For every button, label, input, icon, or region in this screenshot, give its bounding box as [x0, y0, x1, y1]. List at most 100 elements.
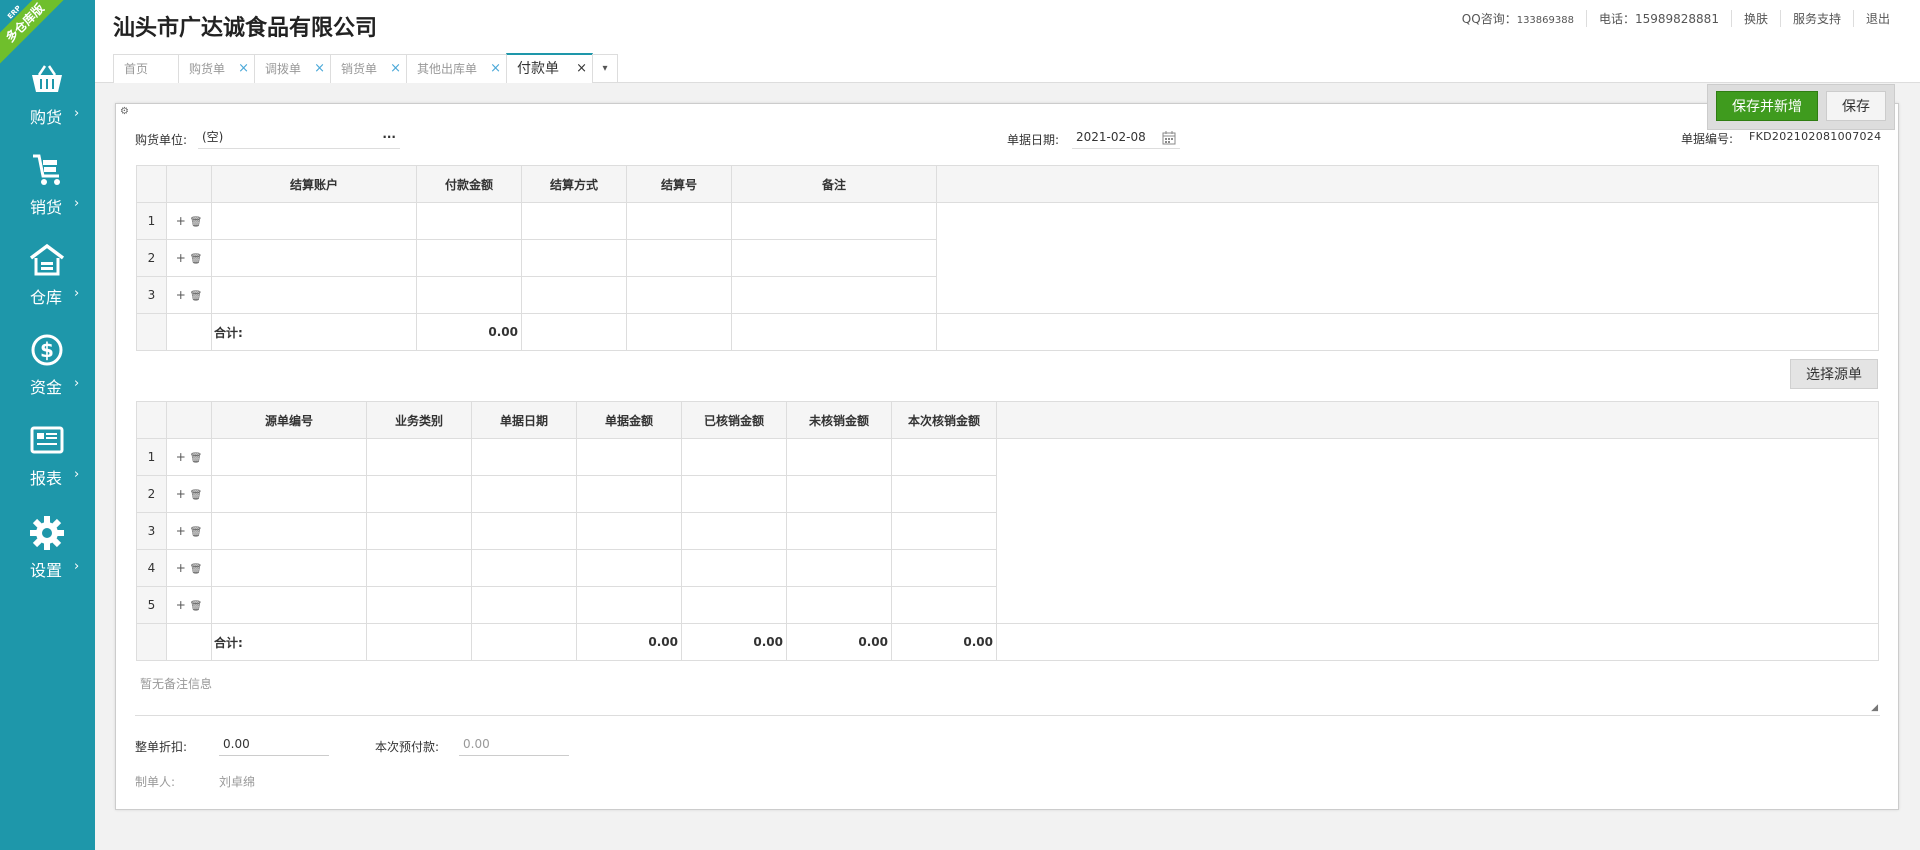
- total-unverified-amount: 0.00: [786, 623, 892, 661]
- grid-header-row: 结算账户 付款金额 结算方式 结算号 备注: [136, 165, 1879, 203]
- select-source-button[interactable]: 选择源单: [1790, 359, 1878, 389]
- add-row-icon[interactable]: +: [176, 251, 186, 265]
- delete-row-icon[interactable]: 🗑: [190, 453, 203, 464]
- cart-icon: [33, 154, 60, 185]
- sidebar-item-purchase[interactable]: 购货 ›: [0, 62, 95, 142]
- date-field[interactable]: 2021-02-08: [1072, 127, 1180, 149]
- tab-transfer-order[interactable]: 调拨单 ×: [254, 54, 331, 83]
- table-row[interactable]: 1 + 🗑: [136, 202, 1879, 314]
- tab-label: 首页: [124, 62, 149, 76]
- sidebar-item-warehouse[interactable]: 仓库 ›: [0, 242, 95, 322]
- delete-row-icon[interactable]: 🗑: [190, 601, 203, 612]
- add-row-icon[interactable]: +: [176, 450, 186, 464]
- sidebar-item-sales[interactable]: 销货 ›: [0, 152, 95, 232]
- sidebar-item-label: 资金: [30, 378, 63, 397]
- remark-textarea[interactable]: 暂无备注信息 ◢: [135, 667, 1880, 716]
- row-number: 1: [136, 438, 167, 476]
- add-row-icon[interactable]: +: [176, 487, 186, 501]
- basket-icon: [32, 65, 62, 92]
- tab-label: 其他出库单: [417, 62, 478, 76]
- qq-number: 133869388: [1516, 15, 1574, 26]
- maker-label: 制单人:: [135, 775, 176, 789]
- row-number: 5: [136, 586, 167, 624]
- more-icon[interactable]: ···: [382, 127, 396, 147]
- sidebar-item-label: 仓库: [30, 288, 63, 307]
- calendar-icon[interactable]: [1162, 131, 1176, 145]
- sidebar-item-funds[interactable]: $ 资金 ›: [0, 332, 95, 412]
- col-account: 结算账户: [211, 165, 417, 203]
- save-button[interactable]: 保存: [1826, 91, 1886, 121]
- tab-purchase-order[interactable]: 购货单 ×: [178, 54, 255, 83]
- supplier-value: (空): [202, 130, 224, 144]
- logout-link[interactable]: 退出: [1852, 10, 1902, 27]
- col-source-no: 源单编号: [211, 401, 367, 439]
- total-row: 合计: 0.00: [136, 313, 1879, 351]
- tab-sales-order[interactable]: 销货单 ×: [330, 54, 407, 83]
- tab-other-outbound[interactable]: 其他出库单 ×: [406, 54, 507, 83]
- settings-gear-icon[interactable]: ⚙: [120, 106, 129, 117]
- supplier-field[interactable]: (空) ···: [198, 127, 400, 149]
- order-no-label: 单据编号:: [1681, 132, 1734, 146]
- qq-label: QQ咨询：: [1461, 12, 1517, 26]
- chevron-right-icon: ›: [74, 376, 80, 391]
- source-grid: 源单编号 业务类别 单据日期 单据金额 已核销金额 未核销金额 本次核销金额 1…: [136, 401, 1879, 661]
- header: 汕头市广达诚食品有限公司 QQ咨询：133869388 电话：159898288…: [95, 0, 1920, 50]
- save-new-button[interactable]: 保存并新增: [1716, 91, 1818, 121]
- col-current-verify: 本次核销金额: [891, 401, 997, 439]
- settlement-grid: 结算账户 付款金额 结算方式 结算号 备注 1 + 🗑 2 + 🗑 3 + 🗑 …: [136, 165, 1879, 351]
- sidebar-item-settings[interactable]: 设置 ›: [0, 515, 95, 595]
- discount-input[interactable]: 0.00: [219, 734, 329, 756]
- resize-handle-icon[interactable]: ◢: [1871, 703, 1878, 713]
- close-icon[interactable]: ×: [238, 55, 249, 83]
- qq-contact[interactable]: QQ咨询：133869388: [1450, 10, 1586, 27]
- table-row[interactable]: 1 + 🗑: [136, 438, 1879, 624]
- row-number: 2: [136, 475, 167, 513]
- add-row-icon[interactable]: +: [176, 524, 186, 538]
- tab-home[interactable]: 首页: [113, 54, 179, 83]
- col-doc-amount: 单据金额: [576, 401, 682, 439]
- delete-row-icon[interactable]: 🗑: [190, 490, 203, 501]
- tab-label: 购货单: [189, 62, 226, 76]
- company-name: 汕头市广达诚食品有限公司: [113, 16, 378, 41]
- delete-row-icon[interactable]: 🗑: [190, 527, 203, 538]
- phone-contact: 电话：15989828881: [1585, 10, 1731, 27]
- add-row-icon[interactable]: +: [176, 214, 186, 228]
- tab-label: 付款单: [517, 61, 559, 77]
- row-number: 2: [136, 239, 167, 277]
- chevron-down-icon[interactable]: ▾: [592, 54, 618, 83]
- tab-label: 销货单: [341, 62, 378, 76]
- close-icon[interactable]: ×: [314, 55, 325, 83]
- date-value: 2021-02-08: [1076, 130, 1146, 144]
- prepay-label: 本次预付款:: [375, 740, 440, 754]
- discount-label: 整单折扣:: [135, 740, 188, 754]
- close-icon[interactable]: ×: [390, 55, 401, 83]
- total-label: 合计:: [211, 623, 367, 661]
- prepay-value: 0.00: [463, 737, 490, 751]
- delete-row-icon[interactable]: 🗑: [190, 254, 203, 265]
- close-icon[interactable]: ×: [490, 55, 501, 83]
- total-current-verify: 0.00: [891, 623, 997, 661]
- discount-value: 0.00: [223, 737, 250, 751]
- row-number: 1: [136, 202, 167, 240]
- top-links: QQ咨询：133869388 电话：15989828881 换肤 服务支持 退出: [1450, 10, 1902, 27]
- delete-row-icon[interactable]: 🗑: [190, 291, 203, 302]
- col-settle-no: 结算号: [626, 165, 732, 203]
- sidebar-item-reports[interactable]: 报表 ›: [0, 423, 95, 503]
- close-icon[interactable]: ×: [576, 55, 587, 83]
- row-number: 3: [136, 512, 167, 550]
- skin-link[interactable]: 换肤: [1730, 10, 1780, 27]
- sidebar-item-label: 报表: [30, 469, 63, 488]
- add-row-icon[interactable]: +: [176, 561, 186, 575]
- row-number: 4: [136, 549, 167, 587]
- delete-row-icon[interactable]: 🗑: [190, 564, 203, 575]
- prepay-input[interactable]: 0.00: [459, 734, 569, 756]
- support-link[interactable]: 服务支持: [1779, 10, 1853, 27]
- col-unverified-amount: 未核销金额: [786, 401, 892, 439]
- delete-row-icon[interactable]: 🗑: [190, 217, 203, 228]
- tab-bar: 首页 购货单 × 调拨单 × 销货单 × 其他出库单 × 付款单 × ▾: [95, 50, 1920, 83]
- chevron-right-icon: ›: [74, 286, 80, 301]
- add-row-icon[interactable]: +: [176, 598, 186, 612]
- add-row-icon[interactable]: +: [176, 288, 186, 302]
- tab-payment-order[interactable]: 付款单 ×: [506, 53, 593, 83]
- row-number: 3: [136, 276, 167, 314]
